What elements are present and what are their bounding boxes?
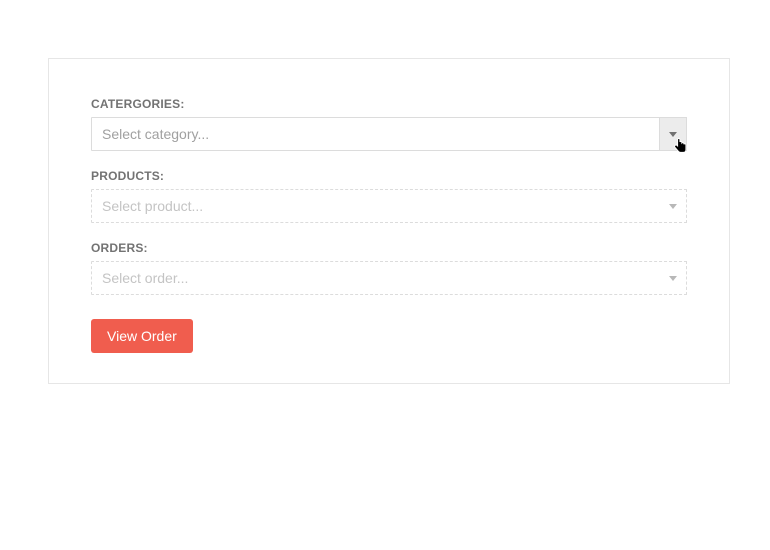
select-field: Select category... — [91, 117, 687, 151]
orders-select: Select order... — [91, 261, 687, 295]
view-order-button[interactable]: View Order — [91, 319, 193, 353]
select-field: Select order... — [91, 261, 687, 295]
orders-placeholder: Select order... — [102, 270, 188, 286]
orders-label: ORDERS: — [91, 241, 687, 255]
products-group: PRODUCTS: Select product... — [91, 169, 687, 223]
chevron-down-icon — [669, 132, 677, 137]
form-card: CATERGORIES: Select category... PRODUCTS… — [48, 58, 730, 384]
orders-group: ORDERS: Select order... — [91, 241, 687, 295]
categories-label: CATERGORIES: — [91, 97, 687, 111]
products-placeholder: Select product... — [102, 198, 203, 214]
categories-dropdown-button[interactable] — [659, 117, 687, 151]
orders-dropdown-button — [659, 261, 687, 295]
products-dropdown-button — [659, 189, 687, 223]
products-select: Select product... — [91, 189, 687, 223]
select-field: Select product... — [91, 189, 687, 223]
chevron-down-icon — [669, 276, 677, 281]
categories-group: CATERGORIES: Select category... — [91, 97, 687, 151]
categories-placeholder: Select category... — [102, 126, 209, 142]
chevron-down-icon — [669, 204, 677, 209]
products-label: PRODUCTS: — [91, 169, 687, 183]
categories-select[interactable]: Select category... — [91, 117, 687, 151]
